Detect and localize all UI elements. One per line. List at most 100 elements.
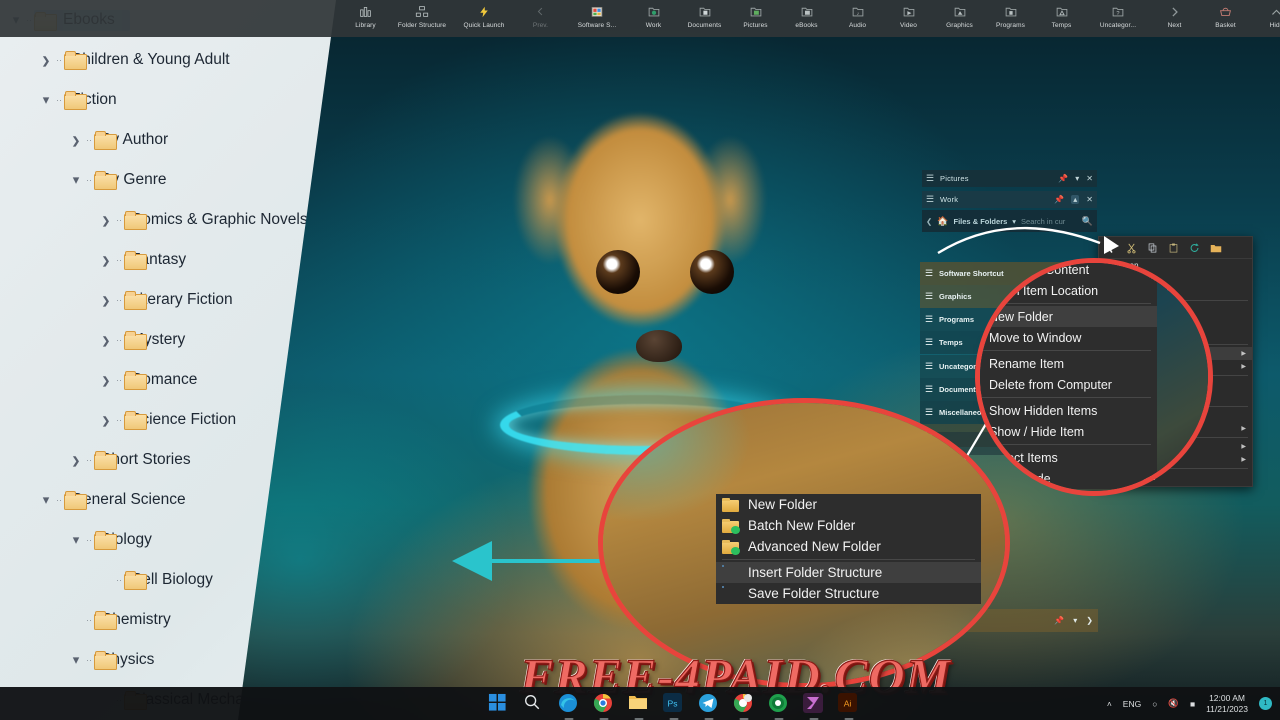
hamburger-icon[interactable]: ☰ <box>925 268 936 279</box>
toolbar-item-documents[interactable]: Documents <box>679 0 730 37</box>
hamburger-icon[interactable]: ☰ <box>926 194 936 205</box>
chevron-right-icon[interactable] <box>98 293 114 307</box>
taskbar-photoshop-icon[interactable]: Ps <box>663 693 684 714</box>
chevron-down-icon[interactable] <box>68 652 84 668</box>
wallpaper-puppy-right-eye <box>690 250 734 294</box>
refresh-icon[interactable] <box>1189 242 1200 256</box>
toolbar-item-video[interactable]: Video <box>883 0 934 37</box>
panel-titlebar-pictures[interactable]: ☰ Pictures 📌 ▾ ✕ <box>922 170 1097 187</box>
language-indicator[interactable]: ENG <box>1123 699 1141 709</box>
chevron-right-icon[interactable] <box>68 453 84 467</box>
close-icon[interactable]: ✕ <box>1086 195 1093 204</box>
new-folder-icon <box>722 497 739 512</box>
chevron-right-icon[interactable] <box>68 133 84 147</box>
hamburger-icon[interactable]: ☰ <box>925 314 936 325</box>
clock-time: 12:00 AM <box>1206 693 1248 704</box>
tree-node-label: Comics & Graphic Novels <box>131 210 315 230</box>
paste-icon[interactable] <box>1168 242 1179 256</box>
search-icon[interactable]: 🔍 <box>1082 216 1093 227</box>
system-tray[interactable]: ˄ ENG ○ 🔇 ■ 12:00 AM 11/21/2023 1 <box>1107 693 1272 715</box>
chevron-right-icon[interactable] <box>98 333 114 347</box>
new-folder-icon[interactable] <box>1210 242 1222 256</box>
toolbar-item-quick-launch[interactable]: Quick Launch <box>453 0 515 37</box>
panel-controls[interactable]: 📌 ▾ ✕ <box>1058 174 1093 183</box>
hamburger-icon[interactable]: ☰ <box>925 361 936 372</box>
copy-icon[interactable] <box>1147 242 1158 256</box>
taskbar-kaspersky-icon[interactable] <box>768 693 789 714</box>
wifi-icon[interactable]: ○ <box>1152 699 1157 709</box>
work-panel-toolbar[interactable]: ❮ 🏠 Files & Folders ▾ Search in cur 🔍 <box>922 210 1097 232</box>
chevron-down-icon[interactable]: ▾ <box>1012 217 1016 226</box>
chevron-right-icon[interactable]: ❯ <box>1086 616 1093 625</box>
tree-connector: ·· <box>54 55 64 65</box>
battery-icon[interactable]: ■ <box>1190 699 1195 709</box>
taskbar-search-icon[interactable] <box>523 693 544 714</box>
toolbar-item-software-s[interactable]: Software S... <box>566 0 628 37</box>
toolbar-item-temps[interactable]: Temps <box>1036 0 1087 37</box>
chevron-down-icon[interactable] <box>38 492 54 508</box>
chevron-down-icon[interactable]: ▾ <box>1073 616 1077 625</box>
notification-badge[interactable]: 1 <box>1259 697 1272 710</box>
toolbar-item-hide[interactable]: Hide <box>1251 0 1280 37</box>
panel-titlebar-work[interactable]: ☰ Work 📌 ▴ ✕ <box>922 191 1097 208</box>
taskbar[interactable]: Ps Ai ˄ ENG ○ 🔇 ■ 12:00 AM 11/21/2023 1 <box>0 687 1280 720</box>
clock[interactable]: 12:00 AM 11/21/2023 <box>1206 693 1248 715</box>
chevron-right-icon[interactable] <box>98 253 114 267</box>
chevron-right-icon[interactable] <box>38 53 54 67</box>
breadcrumb[interactable]: Files & Folders <box>954 217 1008 226</box>
panel-stripe-controls[interactable]: 📌 ▾ ❯ <box>1054 616 1093 625</box>
tree-node-label: Children & Young Adult <box>71 50 237 70</box>
hamburger-icon[interactable]: ☰ <box>926 173 936 184</box>
cursor-icon[interactable] <box>1105 242 1116 256</box>
taskbar-chrome-icon[interactable] <box>593 693 614 714</box>
chevron-down-icon[interactable] <box>68 532 84 548</box>
taskbar-chrome-beta-icon[interactable] <box>733 693 754 714</box>
tray-chevron-icon[interactable]: ˄ <box>1107 699 1112 709</box>
toolbar-item-graphics[interactable]: Graphics <box>934 0 985 37</box>
toolbar-item-programs[interactable]: Programs <box>985 0 1036 37</box>
taskbar-directory-opus-icon[interactable] <box>803 693 824 714</box>
toolbar-item-prev[interactable]: Prev. <box>515 0 566 37</box>
chevron-down-icon[interactable]: ▾ <box>1075 174 1079 183</box>
panel-controls[interactable]: 📌 ▴ ✕ <box>1054 195 1093 204</box>
toolbar-item-basket[interactable]: Basket <box>1200 0 1251 37</box>
panel-stripe-label: Documents <box>939 385 980 394</box>
hamburger-icon[interactable]: ☰ <box>925 291 936 302</box>
cut-icon[interactable] <box>1126 242 1137 256</box>
toolbar-item-folder-structure[interactable]: Folder Structure <box>391 0 453 37</box>
home-icon[interactable]: 🏠 <box>937 216 948 227</box>
toolbar-item-ebooks[interactable]: eBooks <box>781 0 832 37</box>
toolbar-item-work[interactable]: Work <box>628 0 679 37</box>
taskbar-edge-icon[interactable] <box>558 693 579 714</box>
pin-icon[interactable]: 📌 <box>1058 174 1068 183</box>
toolbar-item-audio[interactable]: ♪Audio <box>832 0 883 37</box>
chevron-right-icon[interactable] <box>98 213 114 227</box>
hamburger-icon[interactable]: ☰ <box>925 337 936 348</box>
close-icon[interactable]: ✕ <box>1086 174 1093 183</box>
magnified-folder-menu-item-label: Insert Folder Structure <box>748 565 882 580</box>
hamburger-icon[interactable]: ☰ <box>925 384 936 395</box>
chevron-right-icon[interactable] <box>98 413 114 427</box>
toolbar-item-next[interactable]: Next <box>1149 0 1200 37</box>
toolbar-item-library[interactable]: Library <box>340 0 391 37</box>
magnified-context-menu-item-select-items: Select Items <box>975 447 1157 468</box>
chevron-down-icon[interactable] <box>38 92 54 108</box>
pin-icon[interactable]: 📌 <box>1054 195 1064 204</box>
taskbar-illustrator-icon[interactable]: Ai <box>838 693 859 714</box>
magnifier-lens-folder-menu: New FolderBatch New FolderAdvanced New F… <box>598 398 1010 688</box>
pin-icon[interactable]: 📌 <box>1054 616 1064 625</box>
chevron-right-icon[interactable] <box>98 373 114 387</box>
volume-muted-icon[interactable]: 🔇 <box>1168 698 1179 709</box>
toolbar-item-label: Pictures <box>743 22 767 29</box>
toolbar-item-uncategor[interactable]: ?Uncategor... <box>1087 0 1149 37</box>
taskbar-file-explorer-icon[interactable] <box>628 693 649 714</box>
taskbar-start-button[interactable] <box>488 693 509 714</box>
top-toolbar[interactable]: LibraryFolder StructureQuick LaunchPrev.… <box>0 0 1280 37</box>
chevron-up-icon[interactable]: ▴ <box>1071 195 1079 204</box>
search-placeholder[interactable]: Search in cur <box>1021 217 1065 226</box>
taskbar-telegram-icon[interactable] <box>698 693 719 714</box>
back-button[interactable]: ❮ <box>926 217 932 226</box>
toolbar-item-pictures[interactable]: Pictures <box>730 0 781 37</box>
context-menu-toolbar[interactable] <box>1099 239 1252 259</box>
chevron-down-icon[interactable] <box>68 172 84 188</box>
